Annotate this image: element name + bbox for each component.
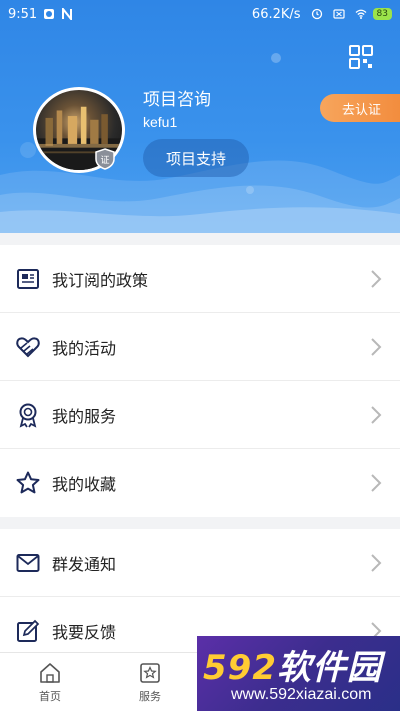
chevron-right-icon — [371, 554, 382, 572]
watermark-logo-text: 软件园 — [276, 648, 382, 688]
network-speed: 66.2K/s — [251, 6, 301, 22]
menu-item-label: 群发通知 — [52, 554, 117, 574]
tab-service[interactable]: 服务 — [100, 653, 200, 711]
project-support-button[interactable]: 项目支持 — [143, 139, 249, 177]
certify-button[interactable]: 去认证 — [320, 94, 400, 122]
edit-icon — [17, 619, 40, 642]
status-time: 9:51 — [8, 6, 38, 22]
status-bar: 9:51 66.2K/s 83 — [0, 0, 400, 28]
heart-handshake-icon — [16, 336, 40, 357]
menu-item-group-notice[interactable]: 群发通知 — [0, 529, 400, 597]
menu-item-my-favorites[interactable]: 我的收藏 — [0, 449, 400, 517]
qr-code-icon[interactable] — [348, 44, 374, 70]
chevron-right-icon — [371, 338, 382, 356]
chevron-right-icon — [371, 270, 382, 288]
menu-item-label: 我的服务 — [52, 406, 117, 426]
watermark-logo: 592软件园 — [203, 640, 382, 689]
chevron-right-icon — [371, 474, 382, 492]
certified-badge-icon: 证 — [95, 148, 115, 170]
menu-item-my-services[interactable]: 我的服务 — [0, 381, 400, 449]
alarm-icon — [311, 8, 322, 20]
watermark-url: www.592xiazai.com — [231, 686, 372, 703]
home-icon — [40, 663, 60, 683]
menu-item-subscribed-policies[interactable]: 我订阅的政策 — [0, 245, 400, 313]
profile-header: 9:51 66.2K/s 83 证 项目咨询 kefu1 项目支持 去认证 — [0, 0, 400, 233]
medal-icon — [19, 403, 37, 428]
watermark-logo-number: 592 — [203, 648, 277, 688]
notification-app-icon — [44, 9, 55, 19]
username: kefu1 — [143, 114, 178, 130]
service-icon — [140, 663, 160, 683]
svg-text:证: 证 — [100, 155, 109, 166]
n-app-icon — [62, 8, 73, 20]
menu-group-primary: 我订阅的政策 我的活动 我的服务 我的收藏 — [0, 245, 400, 517]
mail-icon — [16, 553, 40, 572]
project-title: 项目咨询 — [143, 90, 211, 110]
star-icon — [16, 471, 40, 494]
menu-item-label: 我的收藏 — [52, 475, 117, 494]
tab-home[interactable]: 首页 — [0, 653, 100, 711]
chevron-right-icon — [371, 406, 382, 424]
tab-label: 服务 — [139, 690, 161, 703]
tab-label: 首页 — [39, 690, 61, 703]
menu-item-my-activities[interactable]: 我的活动 — [0, 313, 400, 381]
menu-item-label: 我要反馈 — [52, 623, 117, 642]
wifi-icon — [355, 9, 366, 19]
menu-item-label: 我的活动 — [52, 338, 117, 358]
newspaper-icon — [17, 268, 39, 289]
battery-level: 83 — [372, 8, 392, 20]
sim-icon — [332, 9, 345, 19]
menu-item-label: 我订阅的政策 — [52, 270, 149, 290]
